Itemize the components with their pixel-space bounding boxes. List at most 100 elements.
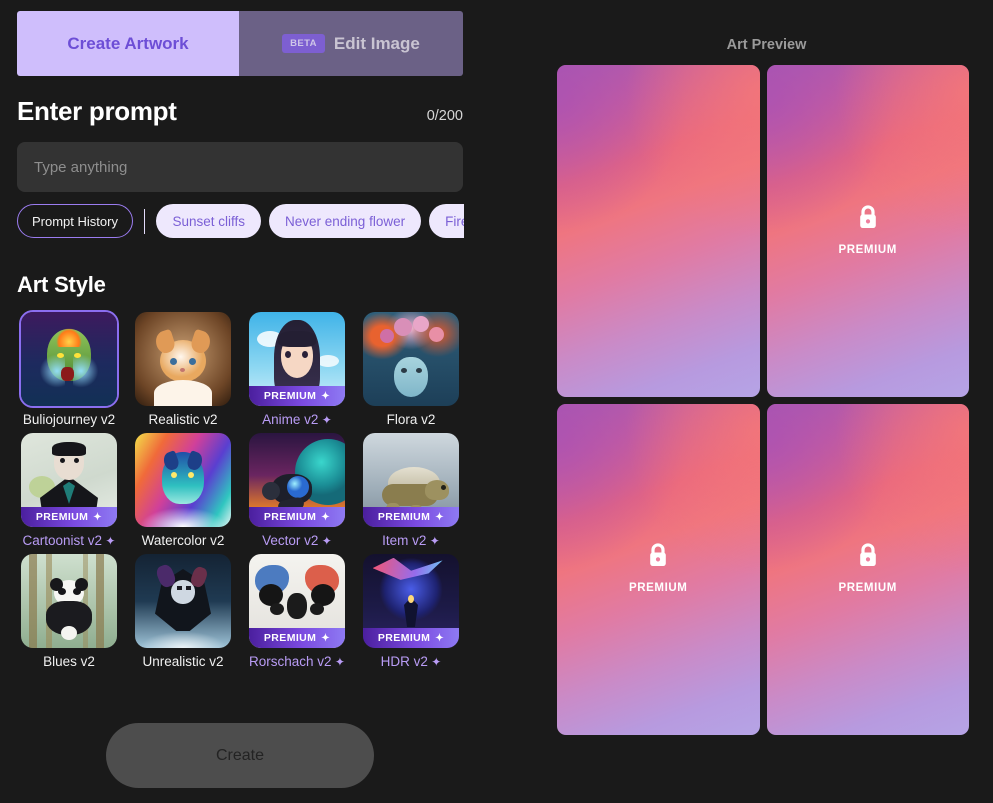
art-style-thumbnail[interactable]: PREMIUM ✦ <box>363 433 459 527</box>
art-style-label-text: Cartoonist v2 <box>22 533 103 548</box>
art-style-label: Blues v2 <box>17 654 121 669</box>
suggestion-chip[interactable]: Never ending flower <box>269 204 422 238</box>
prompt-char-counter: 0/200 <box>426 108 463 124</box>
art-style-thumbnail[interactable] <box>21 554 117 648</box>
art-style-thumbnail-image <box>135 433 231 527</box>
art-style-thumbnail[interactable] <box>19 310 119 408</box>
sparkle-icon: ✦ <box>435 511 445 523</box>
art-preview-tile[interactable] <box>557 65 760 397</box>
art-style-thumbnail[interactable] <box>135 554 231 648</box>
art-style-item[interactable]: PREMIUM ✦ HDR v2 ✦ <box>359 554 463 669</box>
prompt-history-label: Prompt History <box>32 213 118 229</box>
art-style-label-text: HDR v2 <box>380 654 428 669</box>
art-style-thumbnail[interactable]: PREMIUM ✦ <box>249 312 345 406</box>
tab-create-artwork[interactable]: Create Artwork <box>17 11 239 76</box>
art-style-thumbnail[interactable] <box>363 312 459 406</box>
art-style-item[interactable]: Buliojourney v2 <box>17 310 121 427</box>
art-style-thumbnail-image <box>363 312 459 406</box>
sparkle-icon: ✦ <box>321 511 331 523</box>
art-style-label-text: Item v2 <box>382 533 427 548</box>
art-style-thumbnail[interactable]: PREMIUM ✦ <box>363 554 459 648</box>
lock-icon <box>857 204 879 235</box>
art-style-label: Item v2 ✦ <box>359 533 463 548</box>
art-style-label-text: Blues v2 <box>43 654 95 669</box>
tab-edit-image[interactable]: BETA Edit Image <box>239 11 463 76</box>
art-style-thumbnail[interactable]: PREMIUM ✦ <box>21 433 117 527</box>
premium-banner: PREMIUM ✦ <box>21 507 117 527</box>
art-style-label: Cartoonist v2 ✦ <box>17 533 121 548</box>
art-style-item[interactable]: Blues v2 <box>17 554 121 669</box>
art-style-label: Watercolor v2 <box>131 533 235 548</box>
prompt-suggestions-row: Prompt History Sunset cliffs Never ending… <box>17 203 464 239</box>
art-style-title: Art Style <box>17 272 106 297</box>
art-style-thumbnail[interactable]: PREMIUM ✦ <box>249 554 345 648</box>
sparkle-icon: ✦ <box>435 632 445 644</box>
premium-lock-overlay: PREMIUM <box>767 204 970 256</box>
art-style-item[interactable]: PREMIUM ✦ Cartoonist v2 ✦ <box>17 433 121 548</box>
premium-banner: PREMIUM ✦ <box>363 628 459 648</box>
art-style-label-text: Watercolor v2 <box>141 533 225 548</box>
art-style-item[interactable]: Unrealistic v2 <box>131 554 235 669</box>
art-preview-grid: PREMIUM PREMIUM PREMIUM <box>557 65 969 735</box>
prompt-input[interactable] <box>17 142 463 192</box>
sparkle-icon: ✦ <box>321 390 331 402</box>
tab-create-artwork-label: Create Artwork <box>67 33 189 53</box>
sparkle-icon: ✦ <box>331 655 345 669</box>
tab-edit-image-label: Edit Image <box>333 33 420 53</box>
art-style-thumbnail[interactable]: PREMIUM ✦ <box>249 433 345 527</box>
premium-banner: PREMIUM ✦ <box>249 386 345 406</box>
art-preview-tile[interactable]: PREMIUM <box>557 403 760 735</box>
art-style-label-text: Vector v2 <box>262 533 319 548</box>
art-style-label: Flora v2 <box>359 412 463 427</box>
create-button[interactable]: Create <box>106 723 374 788</box>
art-style-label: Rorschach v2 ✦ <box>245 654 349 669</box>
premium-banner-label: PREMIUM <box>263 632 317 644</box>
art-style-item[interactable]: PREMIUM ✦ Rorschach v2 ✦ <box>245 554 349 669</box>
art-preview-tile[interactable]: PREMIUM <box>766 403 970 735</box>
suggestion-chip[interactable]: Sunset cliffs <box>156 204 262 238</box>
premium-banner: PREMIUM ✦ <box>249 628 345 648</box>
sparkle-icon: ✦ <box>426 534 440 548</box>
premium-lock-overlay: PREMIUM <box>767 542 970 594</box>
premium-banner: PREMIUM ✦ <box>363 507 459 527</box>
art-generator-app: Create Artwork BETA Edit Image Enter pro… <box>0 0 993 803</box>
sparkle-icon: ✦ <box>427 655 442 669</box>
lock-icon <box>857 542 879 573</box>
art-style-label-text: Buliojourney v2 <box>22 412 116 427</box>
prompt-header: Enter prompt 0/200 <box>17 96 463 130</box>
art-style-label: Buliojourney v2 <box>17 412 121 427</box>
sparkle-icon: ✦ <box>93 511 103 523</box>
premium-banner: PREMIUM ✦ <box>249 507 345 527</box>
sparkle-icon: ✦ <box>318 413 332 427</box>
art-style-thumbnail[interactable] <box>135 433 231 527</box>
premium-banner-label: PREMIUM <box>263 511 317 523</box>
art-style-item[interactable]: Watercolor v2 <box>131 433 235 548</box>
art-style-label-text: Realistic v2 <box>148 412 218 427</box>
art-preview-title: Art Preview <box>726 37 807 53</box>
art-style-thumbnail-image <box>135 312 231 406</box>
art-style-label-text: Unrealistic v2 <box>142 654 224 669</box>
art-style-item[interactable]: PREMIUM ✦ Anime v2 ✦ <box>245 312 349 427</box>
art-style-grid: Buliojourney v2 Realistic v2 PREMIUM ✦ Ani… <box>17 310 463 669</box>
lock-icon-svg <box>859 205 876 228</box>
beta-badge: BETA <box>282 33 325 54</box>
lock-icon-svg <box>650 543 667 567</box>
art-style-item[interactable]: Flora v2 <box>359 312 463 427</box>
suggestion-chip[interactable]: Fire and water <box>429 204 464 238</box>
lock-icon <box>647 542 669 573</box>
premium-lock-label: PREMIUM <box>628 582 688 595</box>
prompt-history-button[interactable]: Prompt History <box>17 204 133 238</box>
suggestion-chip-list: Sunset cliffsNever ending flowerFire and… <box>156 204 464 238</box>
right-panel: Art Preview PREMIUM PREMIUM PREMIUM <box>540 0 993 803</box>
art-style-thumbnail[interactable] <box>135 312 231 406</box>
art-style-thumbnail-image <box>21 312 117 406</box>
art-style-label: HDR v2 ✦ <box>359 654 463 669</box>
sparkle-icon: ✦ <box>321 632 331 644</box>
art-style-item[interactable]: PREMIUM ✦ Vector v2 ✦ <box>245 433 349 548</box>
art-style-item[interactable]: PREMIUM ✦ Item v2 ✦ <box>359 433 463 548</box>
art-preview-tile[interactable]: PREMIUM <box>766 65 970 397</box>
art-style-item[interactable]: Realistic v2 <box>131 312 235 427</box>
art-style-label: Realistic v2 <box>131 412 235 427</box>
art-style-label: Unrealistic v2 <box>131 654 235 669</box>
premium-lock-label: PREMIUM <box>838 243 897 256</box>
